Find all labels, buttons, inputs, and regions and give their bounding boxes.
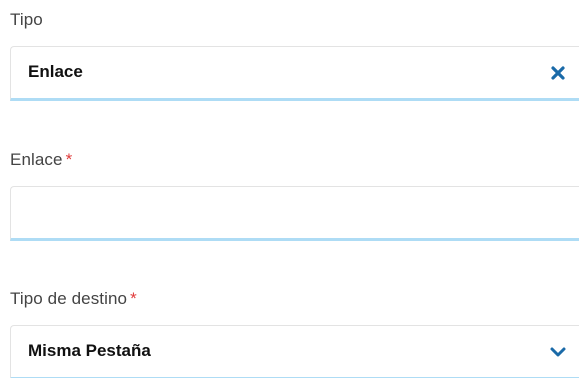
tipo-destino-selected-value: Misma Pestaña xyxy=(28,341,151,360)
chevron-down-icon[interactable] xyxy=(549,343,567,361)
enlace-label-text: Enlace xyxy=(10,150,63,169)
required-asterisk: * xyxy=(65,150,73,169)
enlace-input[interactable] xyxy=(11,187,579,238)
tipo-destino-label: Tipo de destino * xyxy=(10,289,137,309)
close-icon[interactable] xyxy=(549,64,567,82)
tipo-destino-label-text: Tipo de destino xyxy=(10,289,128,308)
tipo-label-text: Tipo xyxy=(10,10,43,29)
enlace-field[interactable] xyxy=(10,186,579,241)
tipo-select[interactable]: Enlace xyxy=(10,46,579,101)
tipo-selected-value: Enlace xyxy=(28,62,83,81)
link-settings-form: Tipo Enlace Enlace * Tipo de destino * Mis… xyxy=(0,0,579,378)
required-asterisk: * xyxy=(130,289,137,308)
tipo-destino-select[interactable]: Misma Pestaña xyxy=(10,325,579,378)
enlace-label: Enlace * xyxy=(10,150,72,170)
tipo-label: Tipo xyxy=(10,10,43,30)
